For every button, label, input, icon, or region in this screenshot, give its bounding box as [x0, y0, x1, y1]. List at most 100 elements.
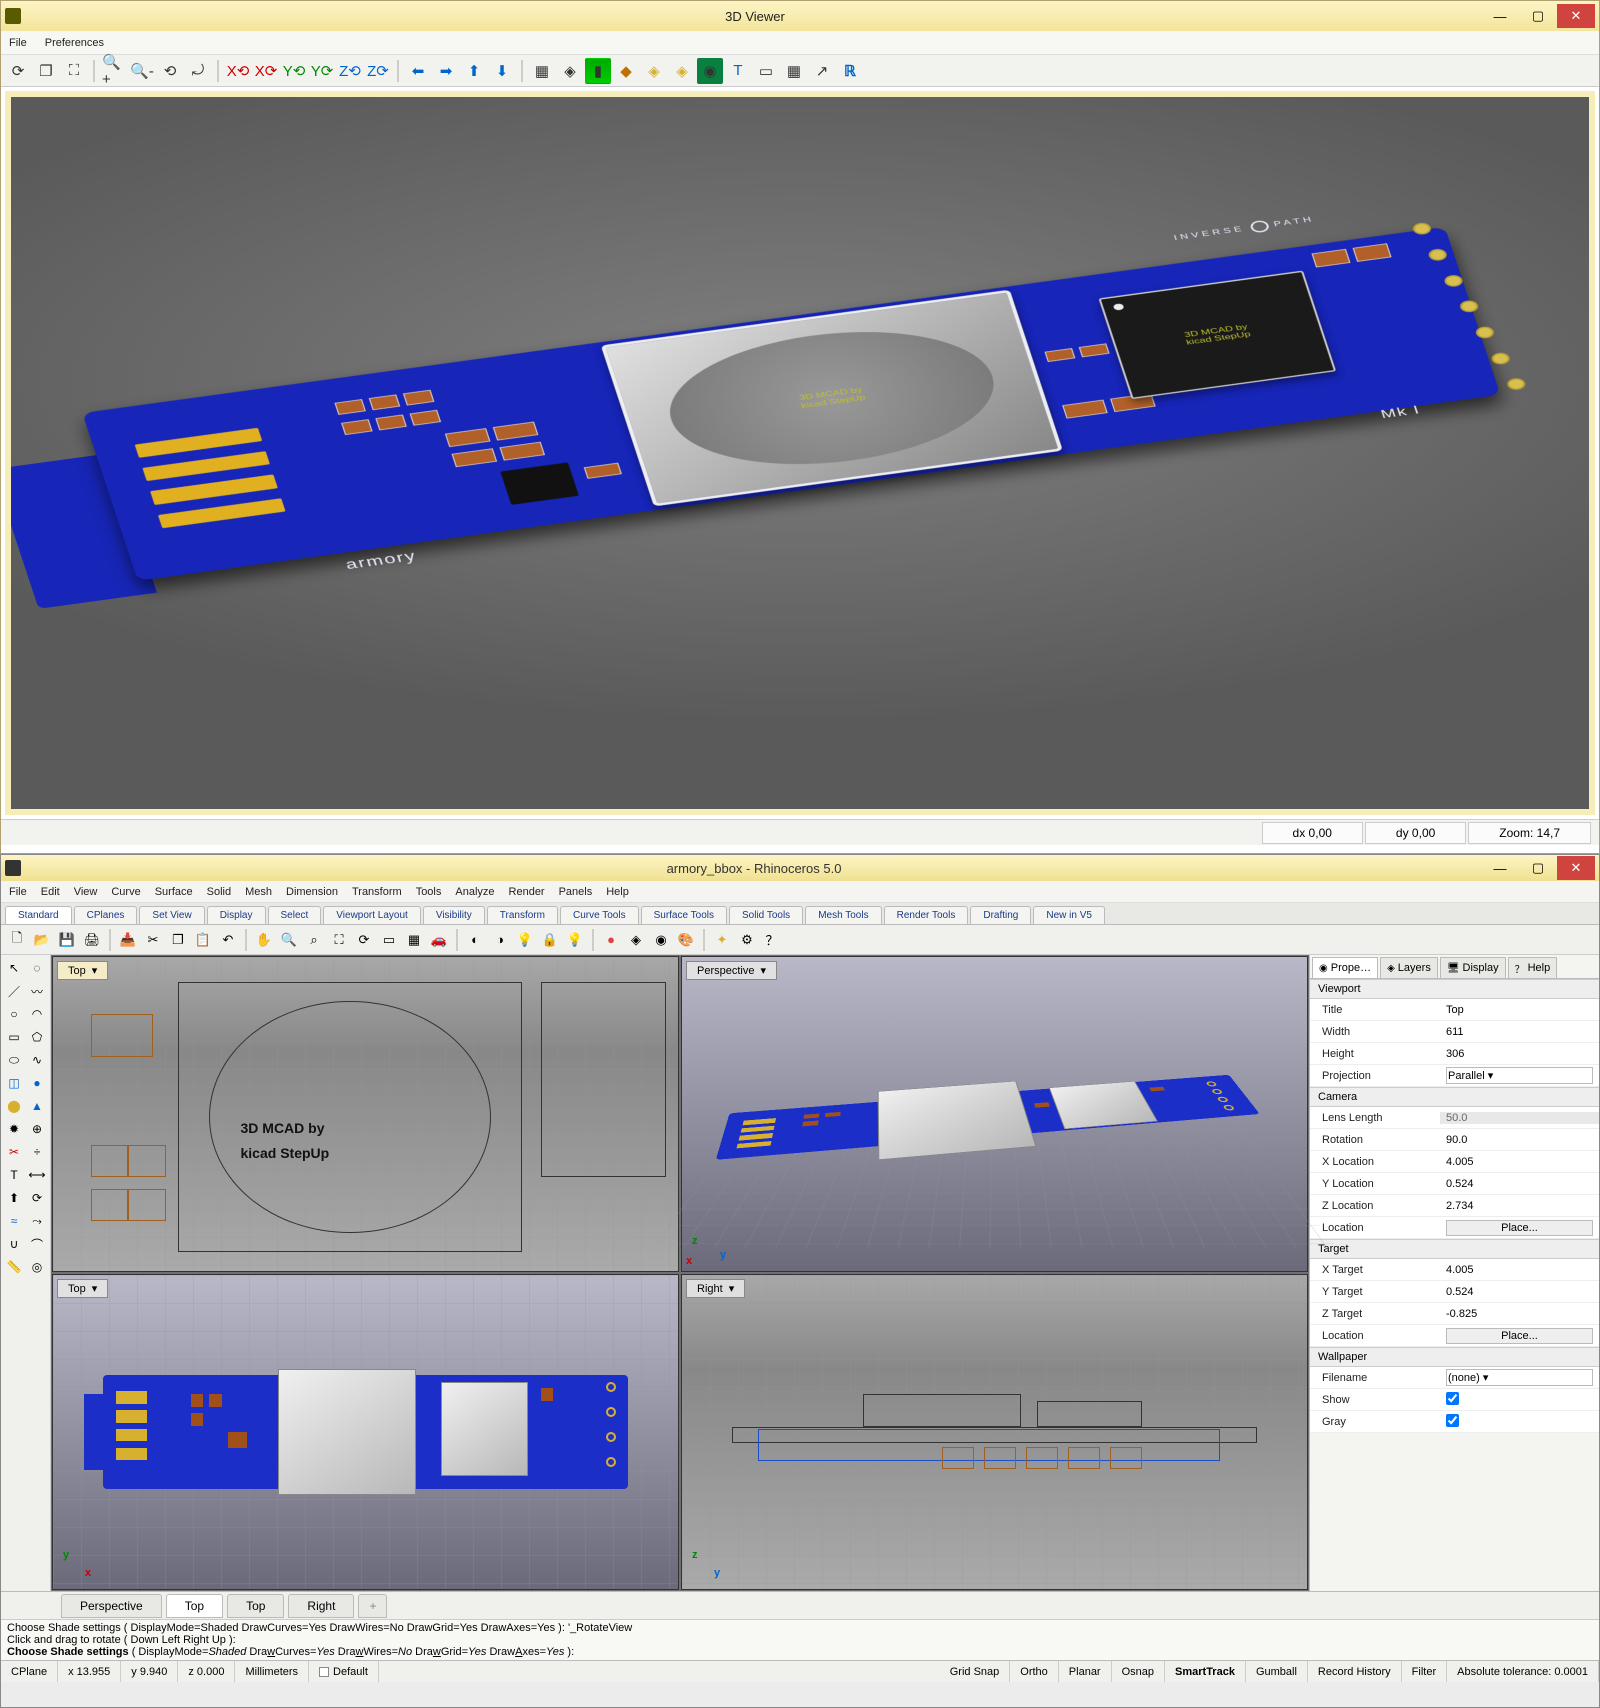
- props-icon[interactable]: ◉: [649, 928, 673, 952]
- open-icon[interactable]: 📂: [30, 928, 54, 952]
- pan-icon[interactable]: ✋: [252, 928, 276, 952]
- menu-dimension[interactable]: Dimension: [286, 886, 338, 898]
- toggle-filter[interactable]: Filter: [1402, 1661, 1447, 1682]
- status-layer[interactable]: Default: [309, 1661, 379, 1682]
- dim-icon[interactable]: ⟷: [26, 1164, 48, 1186]
- measure-icon[interactable]: 📏: [3, 1256, 25, 1278]
- move-down-icon[interactable]: ⬇: [489, 58, 515, 84]
- tooltab-select[interactable]: Select: [268, 906, 322, 924]
- copy-icon[interactable]: ❐: [33, 58, 59, 84]
- status-units[interactable]: Millimeters: [235, 1661, 309, 1682]
- help-icon[interactable]: ？: [760, 928, 784, 952]
- lightbulb-icon[interactable]: 💡: [513, 928, 537, 952]
- polygon-icon[interactable]: ⬠: [26, 1026, 48, 1048]
- text-icon[interactable]: T: [3, 1164, 25, 1186]
- tooltab-cplanes[interactable]: CPlanes: [74, 906, 138, 924]
- toggle-planar[interactable]: Planar: [1059, 1661, 1112, 1682]
- vptab-top-1[interactable]: Top: [166, 1594, 223, 1618]
- panel-tab-properties[interactable]: ◉ Prope…: [1312, 957, 1378, 978]
- titlebar[interactable]: 3D Viewer — ▢ ✕: [1, 1, 1599, 31]
- cylinder-icon[interactable]: ⬤: [3, 1095, 25, 1117]
- bbox-icon[interactable]: ▭: [753, 58, 779, 84]
- import-icon[interactable]: 📥: [116, 928, 140, 952]
- arc-icon[interactable]: ◠: [26, 1003, 48, 1025]
- trim-icon[interactable]: ✂: [3, 1141, 25, 1163]
- reload-icon[interactable]: ⟳: [5, 58, 31, 84]
- new-icon[interactable]: 🗋: [5, 928, 29, 952]
- ellipse-icon[interactable]: ⬭: [3, 1049, 25, 1071]
- minimize-button[interactable]: —: [1481, 4, 1519, 28]
- curve-icon[interactable]: ∿: [26, 1049, 48, 1071]
- rotate-y-neg-icon[interactable]: Y⟲: [281, 58, 307, 84]
- close-button[interactable]: ✕: [1557, 4, 1595, 28]
- viewport-top-wireframe[interactable]: Top ▾ 3D MCAD by kicad StepUp: [52, 956, 679, 1272]
- zoom-fit-icon[interactable]: ⛶: [61, 58, 87, 84]
- viewport-top-shaded[interactable]: Top ▾: [52, 1274, 679, 1590]
- toggle-gumball[interactable]: Gumball: [1246, 1661, 1308, 1682]
- vptab-top-2[interactable]: Top: [227, 1594, 284, 1618]
- place-button[interactable]: Place...: [1446, 1220, 1593, 1236]
- cmd-prompt[interactable]: Choose Shade settings ( DisplayMode=Shad…: [7, 1646, 1593, 1658]
- panel-tab-layers[interactable]: ◈ Layers: [1380, 957, 1438, 978]
- toggle-smarttrack[interactable]: SmartTrack: [1165, 1661, 1246, 1682]
- panel-tab-help[interactable]: ？ Help: [1508, 957, 1558, 978]
- print-icon[interactable]: 🖨: [80, 928, 104, 952]
- menu-file[interactable]: File: [9, 886, 27, 898]
- viewport-label-perspective[interactable]: Perspective ▾: [686, 961, 777, 980]
- vptab-right-3[interactable]: Right: [288, 1594, 354, 1618]
- fillet-icon[interactable]: ⌒: [26, 1233, 48, 1255]
- circle-tool-icon[interactable]: ○: [3, 1003, 25, 1025]
- grid-icon[interactable]: ▦: [781, 58, 807, 84]
- tooltab-render-tools[interactable]: Render Tools: [884, 906, 969, 924]
- toggle-osnap[interactable]: Osnap: [1112, 1661, 1165, 1682]
- sphere-icon[interactable]: ●: [26, 1072, 48, 1094]
- menu-panels[interactable]: Panels: [559, 886, 593, 898]
- rhino-minimize-button[interactable]: —: [1481, 856, 1519, 880]
- vptab-add[interactable]: +: [358, 1594, 387, 1618]
- 3dshapes-icon[interactable]: ◉: [697, 58, 723, 84]
- zoom-out-icon[interactable]: 🔍-: [129, 58, 155, 84]
- tooltab-transform[interactable]: Transform: [487, 906, 558, 924]
- pcb-toggle-icon[interactable]: ▮: [585, 58, 611, 84]
- menu-solid[interactable]: Solid: [207, 886, 231, 898]
- realistic-icon[interactable]: ℝ: [837, 58, 863, 84]
- split-icon[interactable]: ÷: [26, 1141, 48, 1163]
- tooltab-standard[interactable]: Standard: [5, 906, 72, 924]
- move-right-icon[interactable]: ➡: [433, 58, 459, 84]
- ghosted-icon[interactable]: ◑: [488, 928, 512, 952]
- revolve-icon[interactable]: ⟳: [26, 1187, 48, 1209]
- menu-help[interactable]: Help: [606, 886, 629, 898]
- zoom-selection-icon[interactable]: ⌕: [302, 928, 326, 952]
- menu-render[interactable]: Render: [509, 886, 545, 898]
- panel-tab-display[interactable]: 🖥 Display: [1440, 957, 1506, 978]
- vptab-perspective-0[interactable]: Perspective: [61, 1594, 162, 1618]
- render2-icon[interactable]: 🎨: [674, 928, 698, 952]
- rotate-x-pos-icon[interactable]: X⟳: [253, 58, 279, 84]
- menu-curve[interactable]: Curve: [111, 886, 140, 898]
- solder-mask-icon[interactable]: ◆: [613, 58, 639, 84]
- redraw-icon[interactable]: ⟲: [157, 58, 183, 84]
- boolean-icon[interactable]: ∪: [3, 1233, 25, 1255]
- status-cplane[interactable]: CPlane: [1, 1661, 58, 1682]
- line-icon[interactable]: ／: [3, 980, 25, 1002]
- axis-icon[interactable]: ↗: [809, 58, 835, 84]
- viewport-3d[interactable]: 3D MCAD by kicad StepUp 3D MCAD by kicad…: [5, 91, 1595, 815]
- zoom-extents-icon[interactable]: ⛶: [327, 928, 351, 952]
- tooltab-viewport-layout[interactable]: Viewport Layout: [323, 906, 421, 924]
- undo-icon[interactable]: ↶: [216, 928, 240, 952]
- pointer-icon[interactable]: ↖: [3, 957, 25, 979]
- ortho-icon[interactable]: ▦: [529, 58, 555, 84]
- sweep-icon[interactable]: ⤳: [26, 1210, 48, 1232]
- tooltab-solid-tools[interactable]: Solid Tools: [729, 906, 803, 924]
- copper-icon[interactable]: ◈: [641, 58, 667, 84]
- explode-icon[interactable]: ✹: [3, 1118, 25, 1140]
- box-icon[interactable]: ◫: [3, 1072, 25, 1094]
- viewport-label-top[interactable]: Top ▾: [57, 961, 108, 980]
- place-button[interactable]: Place...: [1446, 1328, 1593, 1344]
- command-input[interactable]: [577, 1646, 777, 1658]
- copy2-icon[interactable]: ❐: [166, 928, 190, 952]
- tooltab-mesh-tools[interactable]: Mesh Tools: [805, 906, 881, 924]
- star-icon[interactable]: ✦: [710, 928, 734, 952]
- menu-view[interactable]: View: [74, 886, 98, 898]
- viewport-label-right[interactable]: Right ▾: [686, 1279, 745, 1298]
